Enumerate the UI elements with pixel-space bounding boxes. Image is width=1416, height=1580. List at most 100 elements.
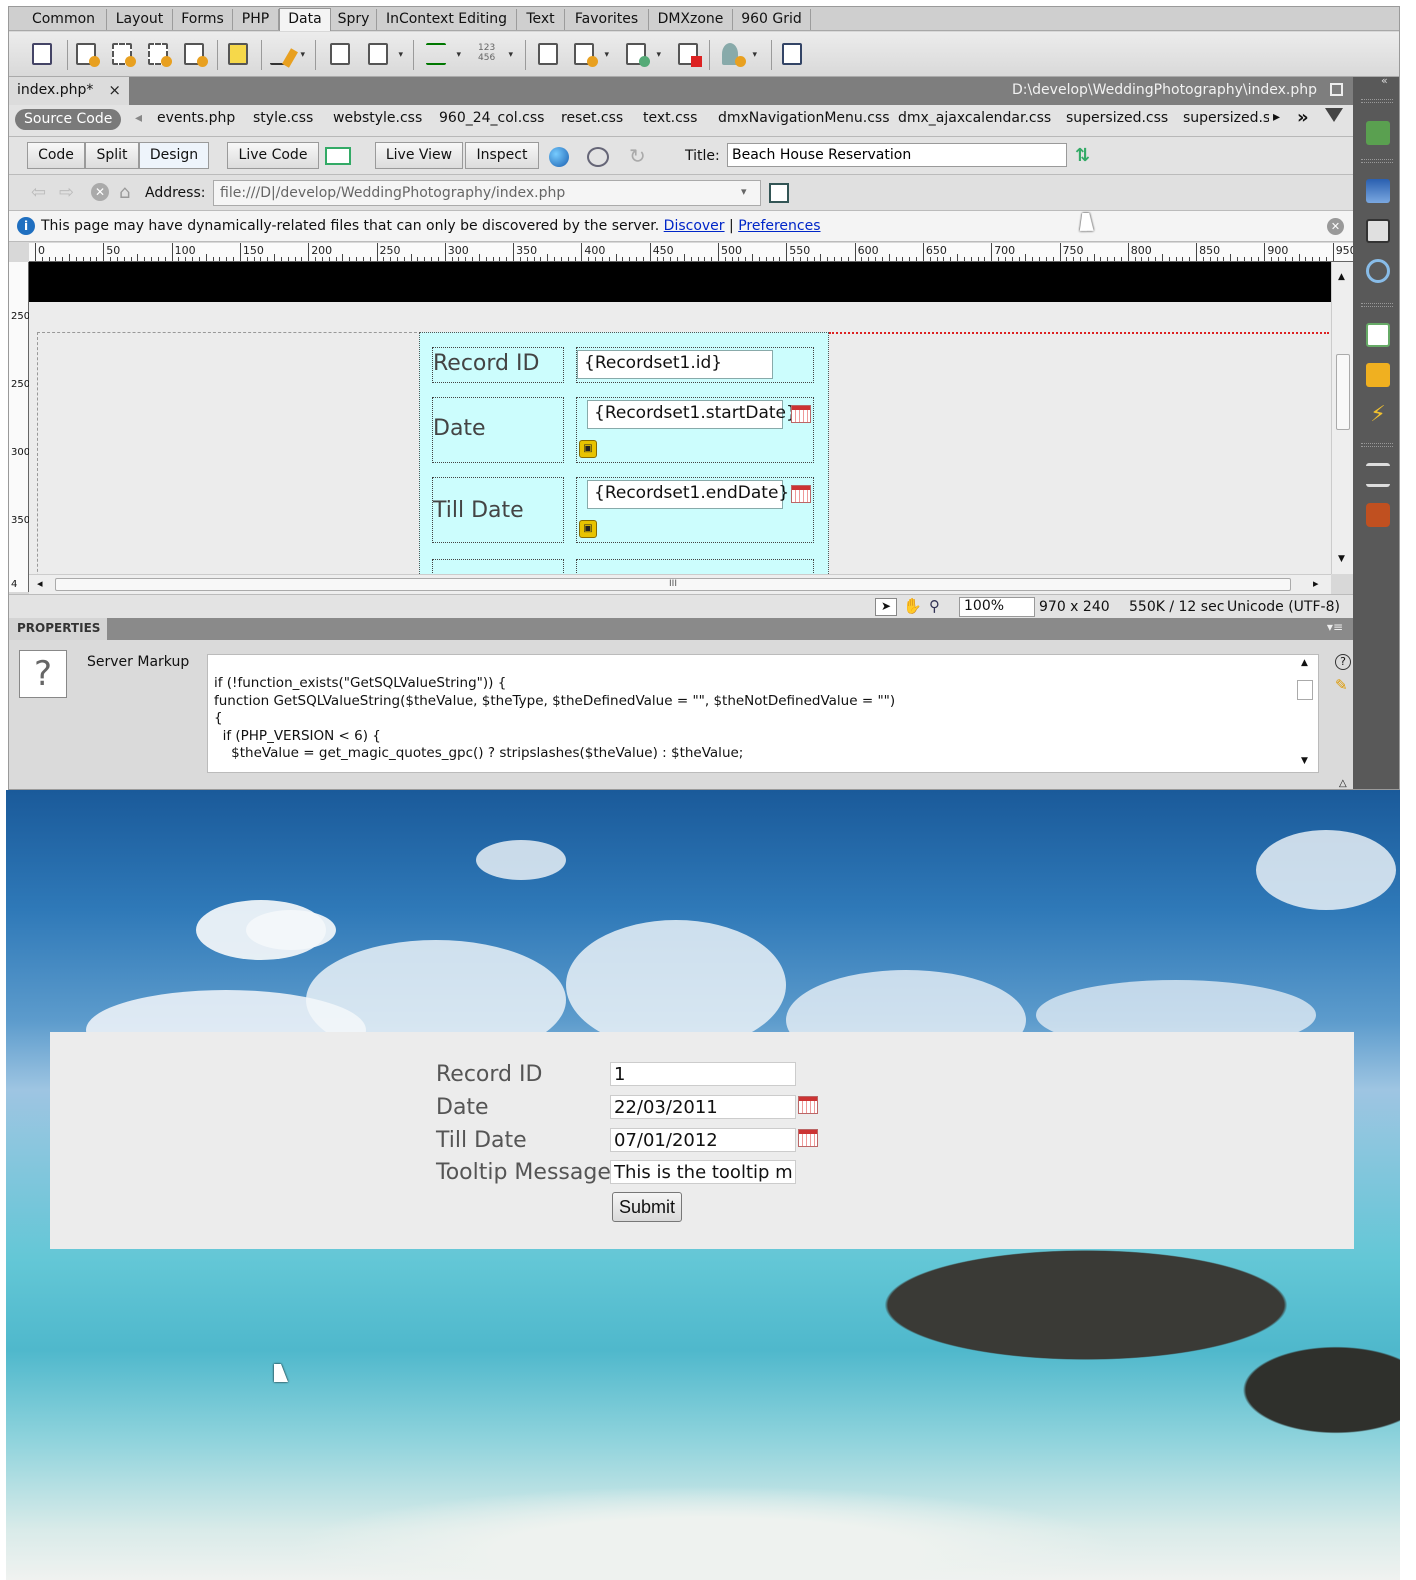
database-connection-icon[interactable] <box>225 40 253 68</box>
databases-panel-icon[interactable] <box>1366 179 1390 203</box>
record-id-field[interactable]: {Recordset1.id} <box>577 350 773 379</box>
dynamic-text-numbers-icon[interactable]: 123 456 ▾ <box>475 40 513 68</box>
date-input[interactable] <box>610 1095 796 1119</box>
back-arrow-icon[interactable]: ⇦ <box>31 182 46 203</box>
server-behaviors-panel-icon[interactable] <box>1366 259 1390 283</box>
related-file-reset-css[interactable]: reset.css <box>561 110 623 126</box>
recordset-paging-icon[interactable] <box>181 40 209 68</box>
insert-record-icon[interactable] <box>327 40 355 68</box>
address-dropdown-icon[interactable]: ▾ <box>741 185 747 198</box>
server-behaviors-icon[interactable] <box>779 40 807 68</box>
file-management-icon[interactable]: ⇅ <box>1075 145 1090 166</box>
zoom-select[interactable]: 100% <box>959 597 1035 617</box>
code-scroll-down-icon[interactable]: ▼ <box>1301 756 1308 766</box>
update-record-icon[interactable]: ▾ <box>365 40 403 68</box>
insert-tab-text[interactable]: Text <box>517 9 565 30</box>
user-authentication-icon[interactable]: ▾ <box>571 40 609 68</box>
submit-button[interactable]: Submit <box>612 1192 683 1222</box>
related-file-supersized-s[interactable]: supersized.s <box>1183 110 1269 126</box>
related-file-text-css[interactable]: text.css <box>643 110 697 126</box>
design-view-canvas[interactable]: Record ID {Recordset1.id} Date {Recordse… <box>29 262 1331 574</box>
check-browser-compatibility-icon[interactable] <box>325 147 351 165</box>
related-file-960-24-col-css[interactable]: 960_24_col.css <box>439 110 544 126</box>
end-date-field[interactable]: {Recordset1.endDate} <box>587 480 789 509</box>
code-scroll-thumb[interactable] <box>1297 680 1313 700</box>
design-view-button[interactable]: Design <box>139 142 209 169</box>
scroll-right-icon[interactable]: ▸ <box>1313 577 1319 590</box>
related-file-style-css[interactable]: style.css <box>253 110 313 126</box>
insert-tab-spry[interactable]: Spry <box>331 9 377 30</box>
calendar-icon[interactable] <box>791 405 811 423</box>
xml-delete-icon[interactable] <box>675 40 703 68</box>
calendar-icon[interactable] <box>798 1096 818 1114</box>
live-code-button[interactable]: Live Code <box>227 142 319 169</box>
collapse-dock-icon[interactable]: « <box>1381 74 1388 87</box>
insert-tab-common[interactable]: Common <box>21 9 107 30</box>
scroll-right-icon[interactable]: ▸ <box>1273 109 1280 125</box>
window-size-select[interactable]: 970 x 240 <box>1039 599 1110 615</box>
start-date-field[interactable]: {Recordset1.startDate} <box>587 400 797 429</box>
insert-tab-forms[interactable]: Forms <box>173 9 233 30</box>
vscroll-thumb[interactable] <box>1336 354 1350 430</box>
help-icon[interactable]: ? <box>1335 654 1351 670</box>
inspect-button[interactable]: Inspect <box>465 142 539 169</box>
refresh-icon[interactable]: ↻ <box>629 144 646 168</box>
stop-icon[interactable]: ✕ <box>91 183 109 201</box>
calendar-icon[interactable] <box>791 485 811 503</box>
assets-panel-icon[interactable] <box>1366 363 1390 387</box>
spell-check-icon[interactable]: ▾ <box>267 40 305 68</box>
files-panel-icon[interactable] <box>1366 323 1390 347</box>
visual-aids-icon[interactable] <box>587 147 609 167</box>
scroll-left-icon[interactable]: ◂ <box>37 577 43 590</box>
filter-icon[interactable] <box>1325 108 1343 122</box>
insert-tab-layout[interactable]: Layout <box>107 9 173 30</box>
address-input[interactable] <box>213 180 761 206</box>
horizontal-scrollbar[interactable]: ◂ III ▸ <box>29 574 1331 594</box>
form-table-design[interactable]: Record ID {Recordset1.id} Date {Recordse… <box>419 332 829 574</box>
hand-tool-icon[interactable]: ✋ <box>903 597 922 615</box>
restore-window-icon[interactable] <box>1330 83 1343 96</box>
scroll-up-icon[interactable]: ▲ <box>1338 272 1345 282</box>
dynamic-data-icon[interactable]: ▾ <box>423 40 461 68</box>
till-date-input[interactable] <box>610 1128 796 1152</box>
insert-panel-icon[interactable] <box>1366 121 1390 145</box>
scroll-down-icon[interactable]: ▼ <box>1338 554 1345 564</box>
home-icon[interactable]: ⌂ <box>119 182 130 203</box>
record-id-input[interactable] <box>610 1062 796 1086</box>
insert-tab-php[interactable]: PHP <box>233 9 279 30</box>
insert-tab-data[interactable]: Data <box>279 8 331 31</box>
code-scroll-up-icon[interactable]: ▲ <box>1301 658 1308 668</box>
insert-tab-dmxzone[interactable]: DMXzone <box>649 9 733 30</box>
live-view-button[interactable]: Live View <box>375 142 463 169</box>
import-tabular-data-icon[interactable] <box>29 40 57 68</box>
toolbox-panel-icon[interactable] <box>1366 503 1390 527</box>
document-tab-index-php[interactable]: index.php* × <box>9 77 129 105</box>
xslt-transformation-icon[interactable]: ▾ <box>623 40 661 68</box>
panel-options-icon[interactable]: ▾≡ <box>1327 620 1343 634</box>
preview-in-browser-icon[interactable] <box>549 147 569 167</box>
zoom-tool-icon[interactable]: ⚲ <box>929 597 940 615</box>
collapse-panel-icon[interactable]: △ <box>1339 778 1347 789</box>
user-login-icon[interactable]: ▾ <box>719 40 757 68</box>
server-markup-code[interactable]: if (!function_exists("GetSQLValueString"… <box>207 654 1319 773</box>
page-title-input[interactable] <box>727 143 1067 167</box>
preferences-link[interactable]: Preferences <box>738 218 820 234</box>
show-region-icon[interactable] <box>145 40 173 68</box>
related-file-supersized-css[interactable]: supersized.css <box>1066 110 1168 126</box>
insert-tab-incontext-editing[interactable]: InContext Editing <box>377 9 517 30</box>
insert-tab-favorites[interactable]: Favorites <box>565 9 649 30</box>
insert-tab-960-grid[interactable]: 960 Grid <box>733 9 811 30</box>
scroll-left-icon[interactable]: ◂ <box>135 110 142 126</box>
forward-arrow-icon[interactable]: ⇨ <box>59 182 74 203</box>
delete-record-icon[interactable] <box>535 40 563 68</box>
code-view-button[interactable]: Code <box>27 142 85 169</box>
split-view-button[interactable]: Split <box>85 142 139 169</box>
related-file-dmxnavigationmenu-css[interactable]: dmxNavigationMenu.css <box>718 110 890 126</box>
close-icon[interactable]: × <box>108 77 121 103</box>
behaviors-panel-icon[interactable]: ⚡ <box>1366 403 1390 427</box>
repeated-region-icon[interactable] <box>109 40 137 68</box>
more-files-icon[interactable]: » <box>1297 107 1309 128</box>
edit-icon[interactable]: ✎ <box>1335 676 1348 694</box>
select-tool-icon[interactable]: ➤ <box>875 598 897 616</box>
properties-title[interactable]: PROPERTIES <box>9 618 107 640</box>
